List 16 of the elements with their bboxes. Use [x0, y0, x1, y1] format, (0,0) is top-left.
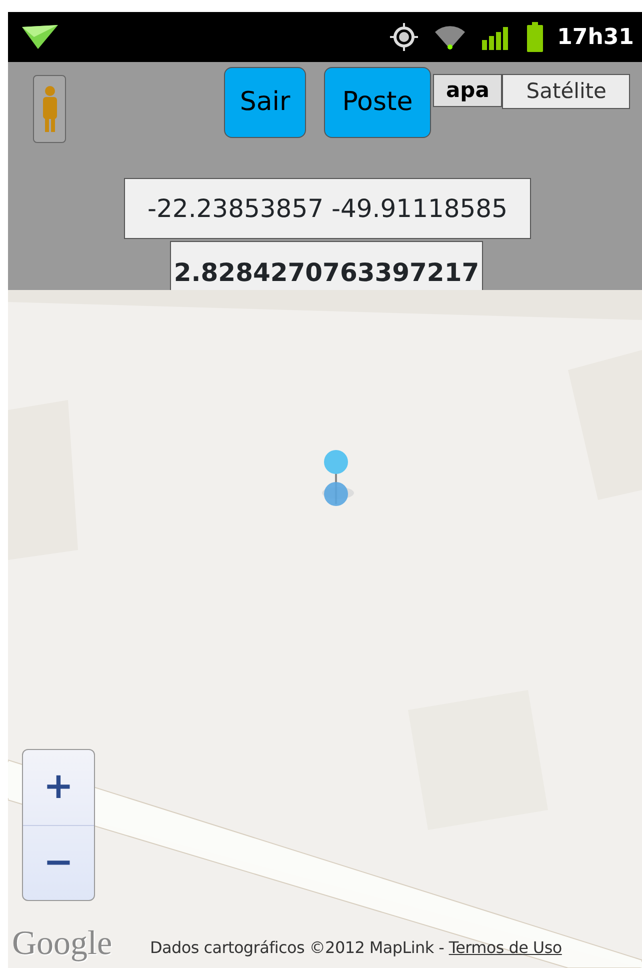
paper-plane-icon [20, 23, 60, 51]
coordinates-text: -22.23853857 -49.91118585 [124, 178, 531, 239]
action-button[interactable]: Sair [224, 67, 306, 138]
clock-time: 17h31 [557, 24, 634, 52]
terms-link[interactable]: Termos de Uso [448, 938, 562, 957]
google-logo: Google [12, 924, 112, 964]
map-attribution: Dados cartográficos ©2012 MapLink - Termos de Uso [150, 937, 562, 959]
zoom-in-button[interactable]: + [23, 750, 94, 824]
pegman-button[interactable] [33, 75, 66, 143]
wifi-icon [433, 23, 468, 51]
map-type-tab[interactable]: apa [433, 74, 502, 107]
gps-icon [389, 22, 420, 52]
map-type-tab[interactable]: Satélite [502, 74, 630, 109]
action-button[interactable]: Poste [324, 67, 431, 138]
zoom-out-button[interactable]: − [23, 824, 94, 900]
battery-icon [527, 22, 544, 52]
